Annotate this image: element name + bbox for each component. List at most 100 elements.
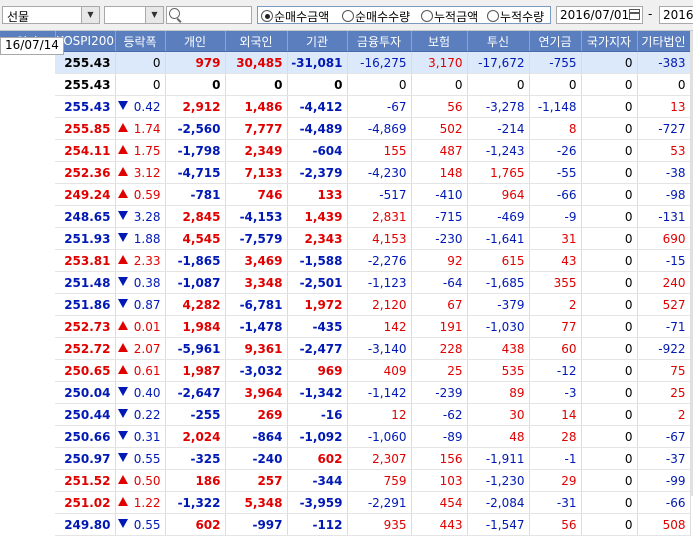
value-cell: -17,672: [467, 51, 530, 74]
value-cell: -1,588: [287, 249, 348, 272]
value-cell: 60: [529, 337, 582, 360]
table-row[interactable]: 16/08/03248.653.282,845-4,1531,4392,831-…: [0, 37, 691, 228]
table-row[interactable]: 16/08/01253.812.33-1,8653,469-1,588-2,27…: [0, 37, 691, 272]
value-cell: -2,647: [165, 381, 226, 404]
value-cell: -2,276: [347, 249, 412, 272]
change-cell: 1.22: [115, 491, 166, 514]
table-row[interactable]: 16/07/21250.440.22-255269-1612-62301402: [0, 37, 691, 426]
value-cell: 2,307: [347, 447, 412, 470]
table-row[interactable]: 16/07/25250.650.611,987-3,03296940925535…: [0, 37, 691, 382]
table-row[interactable]: 16/08/08254.111.75-1,7982,349-604155487-…: [0, 37, 691, 162]
radio-net-amount[interactable]: 순매수금액: [261, 8, 329, 25]
market-select[interactable]: 선물 ▼: [2, 6, 100, 24]
value-cell: 0: [581, 139, 638, 162]
table-row[interactable]: 16/08/05252.363.12-4,7157,133-2,379-4,23…: [0, 37, 691, 184]
table-row[interactable]: 16/07/14 249.80 0.55 602 -997 -112 935 443 -1,54…: [0, 37, 691, 536]
calendar-icon[interactable]: [629, 9, 640, 20]
value-cell: 142: [347, 315, 412, 338]
summary-row[interactable]: 기간합계255.43097930,485-31,081-16,2753,170-…: [0, 37, 691, 74]
radio-label: 누적수량: [500, 10, 545, 24]
column-header[interactable]: KOSPI200: [55, 31, 116, 52]
value-cell: 3,469: [225, 249, 288, 272]
value-cell: 7,133: [225, 161, 288, 184]
value-cell: 535: [467, 359, 530, 382]
table-row[interactable]: 16/08/09255.851.74-2,5607,777-4,489-4,86…: [0, 37, 691, 140]
column-header[interactable]: 보험: [411, 31, 468, 52]
value-cell: -1,798: [165, 139, 226, 162]
down-triangle-icon: [117, 299, 128, 308]
up-triangle-icon: [117, 475, 128, 484]
value-cell: -1,123: [347, 271, 412, 294]
radio-label: 누적금액: [434, 10, 479, 24]
kospi-cell: 251.02: [55, 491, 116, 514]
kospi-cell: 252.36: [55, 161, 116, 184]
radio-net-quantity[interactable]: 순매수수량: [342, 8, 410, 25]
value-cell: 5,348: [225, 491, 288, 514]
value-cell: -1,148: [529, 95, 582, 118]
table-row[interactable]: 16/07/27252.730.011,984-1,478-435142191-…: [0, 37, 691, 338]
value-cell: -67: [637, 425, 691, 448]
table-row[interactable]: 16/07/15251.021.22-1,3225,348-3,959-2,29…: [0, 37, 691, 514]
column-header[interactable]: 등락폭: [115, 31, 166, 52]
change-cell: 0.59: [115, 183, 166, 206]
value-cell: -1,142: [347, 381, 412, 404]
value-cell: -517: [347, 183, 412, 206]
down-triangle-icon: [117, 431, 128, 440]
value-cell: -64: [411, 271, 468, 294]
table-row[interactable]: 16/07/26252.722.07-5,9619,361-2,477-3,14…: [0, 37, 691, 360]
table-row[interactable]: 16/08/10255.430.422,9121,486-4,412-6756-…: [0, 37, 691, 118]
table-row[interactable]: 16/08/02251.931.884,545-7,5792,3434,153-…: [0, 37, 691, 250]
value-cell: 155: [347, 139, 412, 162]
column-header[interactable]: 투신: [467, 31, 530, 52]
value-cell: 77: [529, 315, 582, 338]
table-row[interactable]: 16/07/18251.520.50186257-344759103-1,230…: [0, 37, 691, 492]
search-icon[interactable]: [169, 8, 180, 19]
up-triangle-icon: [117, 189, 128, 198]
column-header[interactable]: 외국인: [225, 31, 288, 52]
change-cell: 0.42: [115, 95, 166, 118]
value-cell: 2: [529, 293, 582, 316]
kospi-cell: 251.93: [55, 227, 116, 250]
radio-cumulative-quantity[interactable]: 누적수량: [487, 8, 544, 25]
change-value: 0.55: [133, 451, 161, 466]
date-range-separator: -: [648, 7, 653, 21]
value-cell: -922: [637, 337, 691, 360]
chevron-down-icon[interactable]: ▼: [145, 7, 163, 23]
change-cell: 2.33: [115, 249, 166, 272]
chevron-down-icon[interactable]: ▼: [81, 7, 99, 23]
value-cell: 964: [467, 183, 530, 206]
value-cell: 0: [581, 491, 638, 514]
table-row[interactable]: 16/07/22250.040.40-2,6473,964-1,342-1,14…: [0, 37, 691, 404]
column-header[interactable]: 연기금: [529, 31, 582, 52]
table-row[interactable]: 16/08/04249.240.59-781746133-517-410964-…: [0, 37, 691, 206]
change-value: 0.22: [133, 407, 161, 422]
value-cell: 0: [581, 205, 638, 228]
value-cell: -230: [411, 227, 468, 250]
column-header[interactable]: 금융투자: [347, 31, 412, 52]
change-cell: 0.87: [115, 293, 166, 316]
table-row[interactable]: 16/08/11255.430000000000: [0, 37, 691, 96]
column-header[interactable]: 국가지자: [581, 31, 638, 52]
value-cell: 4,545: [165, 227, 226, 250]
value-cell: 56: [411, 95, 468, 118]
table-row[interactable]: 16/07/20250.660.312,024-864-1,092-1,060-…: [0, 37, 691, 448]
kospi-cell: 255.85: [55, 117, 116, 140]
sub-select[interactable]: ▼: [104, 6, 164, 24]
table-row[interactable]: 16/07/29251.480.38-1,0873,348-2,501-1,12…: [0, 37, 691, 294]
column-header[interactable]: 기타법인: [637, 31, 691, 52]
value-cell: -66: [529, 183, 582, 206]
value-cell: -864: [225, 425, 288, 448]
value-cell: -66: [637, 491, 691, 514]
table-row[interactable]: 16/07/28251.860.874,282-6,7811,9722,1206…: [0, 37, 691, 316]
down-triangle-icon: [117, 387, 128, 396]
radio-cumulative-amount[interactable]: 누적금액: [421, 8, 478, 25]
change-value: 0.61: [133, 363, 161, 378]
down-triangle-icon: [117, 101, 128, 110]
change-cell: 1.88: [115, 227, 166, 250]
column-header[interactable]: 기관: [287, 31, 348, 52]
start-date-field[interactable]: 2016/07/01: [556, 6, 643, 24]
search-input[interactable]: [166, 6, 252, 24]
table-row[interactable]: 16/07/19250.970.55-325-2406022,307156-1,…: [0, 37, 691, 470]
column-header[interactable]: 개인: [165, 31, 226, 52]
end-date-field[interactable]: 2016/: [659, 6, 693, 24]
